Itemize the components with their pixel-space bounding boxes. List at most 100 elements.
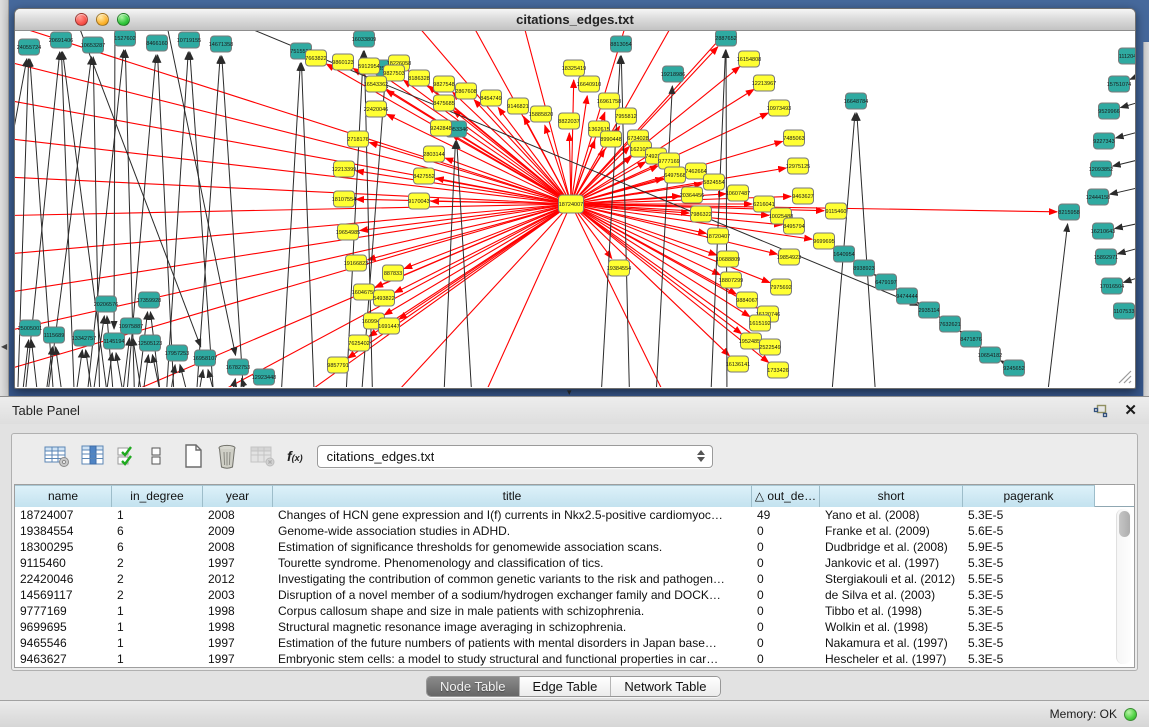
table-cell[interactable]: Structural magnetic resonance image aver… [273,619,752,635]
graph-node[interactable]: 15885820 [529,106,553,122]
table-cell[interactable]: 2 [112,571,203,587]
table-row[interactable]: 1938455462009Genome-wide association stu… [15,523,1118,539]
table-cell[interactable]: Tibbo et al. (1998) [820,603,963,619]
graph-node[interactable]: 2522549 [759,339,780,355]
graph-node[interactable]: 8813054 [610,36,631,52]
table-cell[interactable]: 0 [752,539,820,555]
table-row[interactable]: 946362711997Embryonic stem cells: a mode… [15,651,1118,667]
graph-node[interactable]: 9474444 [896,288,917,304]
graph-node[interactable]: 16033809 [352,31,376,47]
table-cell[interactable]: 0 [752,651,820,667]
table-selector-dropdown[interactable]: citations_edges.txt [317,445,713,468]
column-header[interactable]: name [15,485,112,507]
graph-node[interactable]: 14671358 [209,36,233,52]
table-cell[interactable]: 5.3E-5 [963,507,1095,523]
table-row[interactable]: 969969511998Structural magnetic resonanc… [15,619,1118,635]
graph-node[interactable]: 10607487 [726,185,750,201]
table-cell[interactable]: 2009 [203,523,273,539]
graph-node[interactable]: 17016504 [1100,278,1124,294]
graph-node[interactable]: 8215958 [1058,204,1079,220]
graph-node[interactable]: 19654985 [336,224,360,240]
table-cell[interactable]: 1 [112,619,203,635]
memory-status-indicator-icon[interactable] [1124,708,1137,721]
graph-node[interactable]: 10719155 [177,32,201,48]
table-cell[interactable]: 1997 [203,651,273,667]
table-cell[interactable]: 18300295 [15,539,112,555]
table-cell[interactable]: Yano et al. (2008) [820,507,963,523]
graph-node[interactable]: 16782753 [226,359,250,375]
table-cell[interactable]: Dudbridge et al. (2008) [820,539,963,555]
graph-node[interactable]: 2803144 [423,146,444,162]
table-cell[interactable]: 9699695 [15,619,112,635]
table-cell[interactable]: 22420046 [15,571,112,587]
table-cell[interactable]: Investigating the contribution of common… [273,571,752,587]
graph-node[interactable]: 8454749 [480,90,501,106]
graph-node[interactable]: 20206576 [94,296,118,312]
table-cell[interactable]: Estimation of significance thresholds fo… [273,539,752,555]
show-columns-icon[interactable] [81,444,105,468]
graph-node[interactable]: 7986322 [690,206,711,222]
delete-table-icon[interactable] [215,443,239,469]
table-cell[interactable]: 9115460 [15,555,112,571]
graph-node[interactable]: 7975692 [770,279,791,295]
graph-node[interactable]: 15751074 [1107,76,1131,92]
graph-node[interactable]: 9860123 [332,54,353,70]
table-row[interactable]: 946554611997Estimation of the future num… [15,635,1118,651]
table-cell[interactable]: 5.3E-5 [963,651,1095,667]
graph-node[interactable]: 1145194 [103,333,124,349]
left-panel-splitter[interactable]: ◀ [0,0,9,396]
table-cell[interactable]: 2 [112,587,203,603]
graph-node[interactable]: 1640954 [833,246,854,262]
graph-node[interactable]: 19854923 [777,249,801,265]
graph-node[interactable]: 9115460 [825,203,846,219]
graph-node[interactable]: 1733426 [767,362,788,378]
graph-node[interactable]: 16136141 [726,356,750,372]
graph-node[interactable]: 6479197 [875,274,896,290]
graph-node[interactable]: 8938923 [853,260,874,276]
graph-node[interactable]: 16648784 [844,93,868,109]
network-canvas[interactable]: 2405572420691406106532871527602846616010… [15,31,1135,387]
new-table-icon[interactable] [182,443,204,469]
table-cell[interactable]: 1 [112,651,203,667]
graph-node[interactable]: 19218986 [661,66,685,82]
table-cell[interactable]: 6 [112,539,203,555]
table-row[interactable]: 1872400712008Changes of HCN gene express… [15,507,1118,523]
graph-node[interactable]: 5493822 [373,290,394,306]
table-cell[interactable]: 0 [752,555,820,571]
graph-node[interactable]: 9529966 [1098,103,1119,119]
column-header[interactable]: △ out_de… [752,485,820,507]
table-cell[interactable]: 9465546 [15,635,112,651]
graph-node[interactable]: 7625402 [348,335,369,351]
table-cell[interactable]: 0 [752,587,820,603]
table-cell[interactable]: 0 [752,603,820,619]
network-window-titlebar[interactable]: citations_edges.txt [15,9,1135,31]
column-header[interactable]: pagerank [963,485,1095,507]
graph-node[interactable]: 18325419 [562,60,586,76]
graph-node[interactable]: 16958107 [193,350,217,366]
table-cell[interactable]: 1 [112,507,203,523]
graph-node[interactable]: 16961758 [597,93,621,109]
graph-node[interactable]: 8186328 [408,70,429,86]
graph-node[interactable]: 8466160 [146,35,167,51]
graph-node[interactable]: 5912954 [358,58,379,74]
graph-node[interactable]: 20364456 [680,187,704,203]
collapse-left-arrow-icon[interactable]: ◀ [1,342,7,351]
graph-node[interactable]: 16640910 [577,76,601,92]
table-cell[interactable]: 2003 [203,587,273,603]
column-header[interactable]: in_degree [112,485,203,507]
float-panel-icon[interactable] [1093,404,1108,418]
table-cell[interactable]: 2012 [203,571,273,587]
graph-node[interactable]: 9146821 [507,98,528,114]
select-all-rows-icon[interactable] [116,444,138,468]
graph-node[interactable]: 1615192 [749,315,770,331]
graph-node[interactable]: 20691406 [49,32,73,48]
graph-node[interactable]: 8475685 [433,95,454,111]
graph-node[interactable]: 9857791 [327,357,348,373]
table-cell[interactable]: 1997 [203,635,273,651]
graph-node[interactable]: 2935114 [918,302,939,318]
graph-node[interactable]: 9463627 [792,188,813,204]
graph-node[interactable]: 5824554 [703,174,724,190]
graph-node[interactable]: 25005001 [18,320,42,336]
table-cell[interactable]: 2008 [203,539,273,555]
table-cell[interactable]: 5.9E-5 [963,539,1095,555]
